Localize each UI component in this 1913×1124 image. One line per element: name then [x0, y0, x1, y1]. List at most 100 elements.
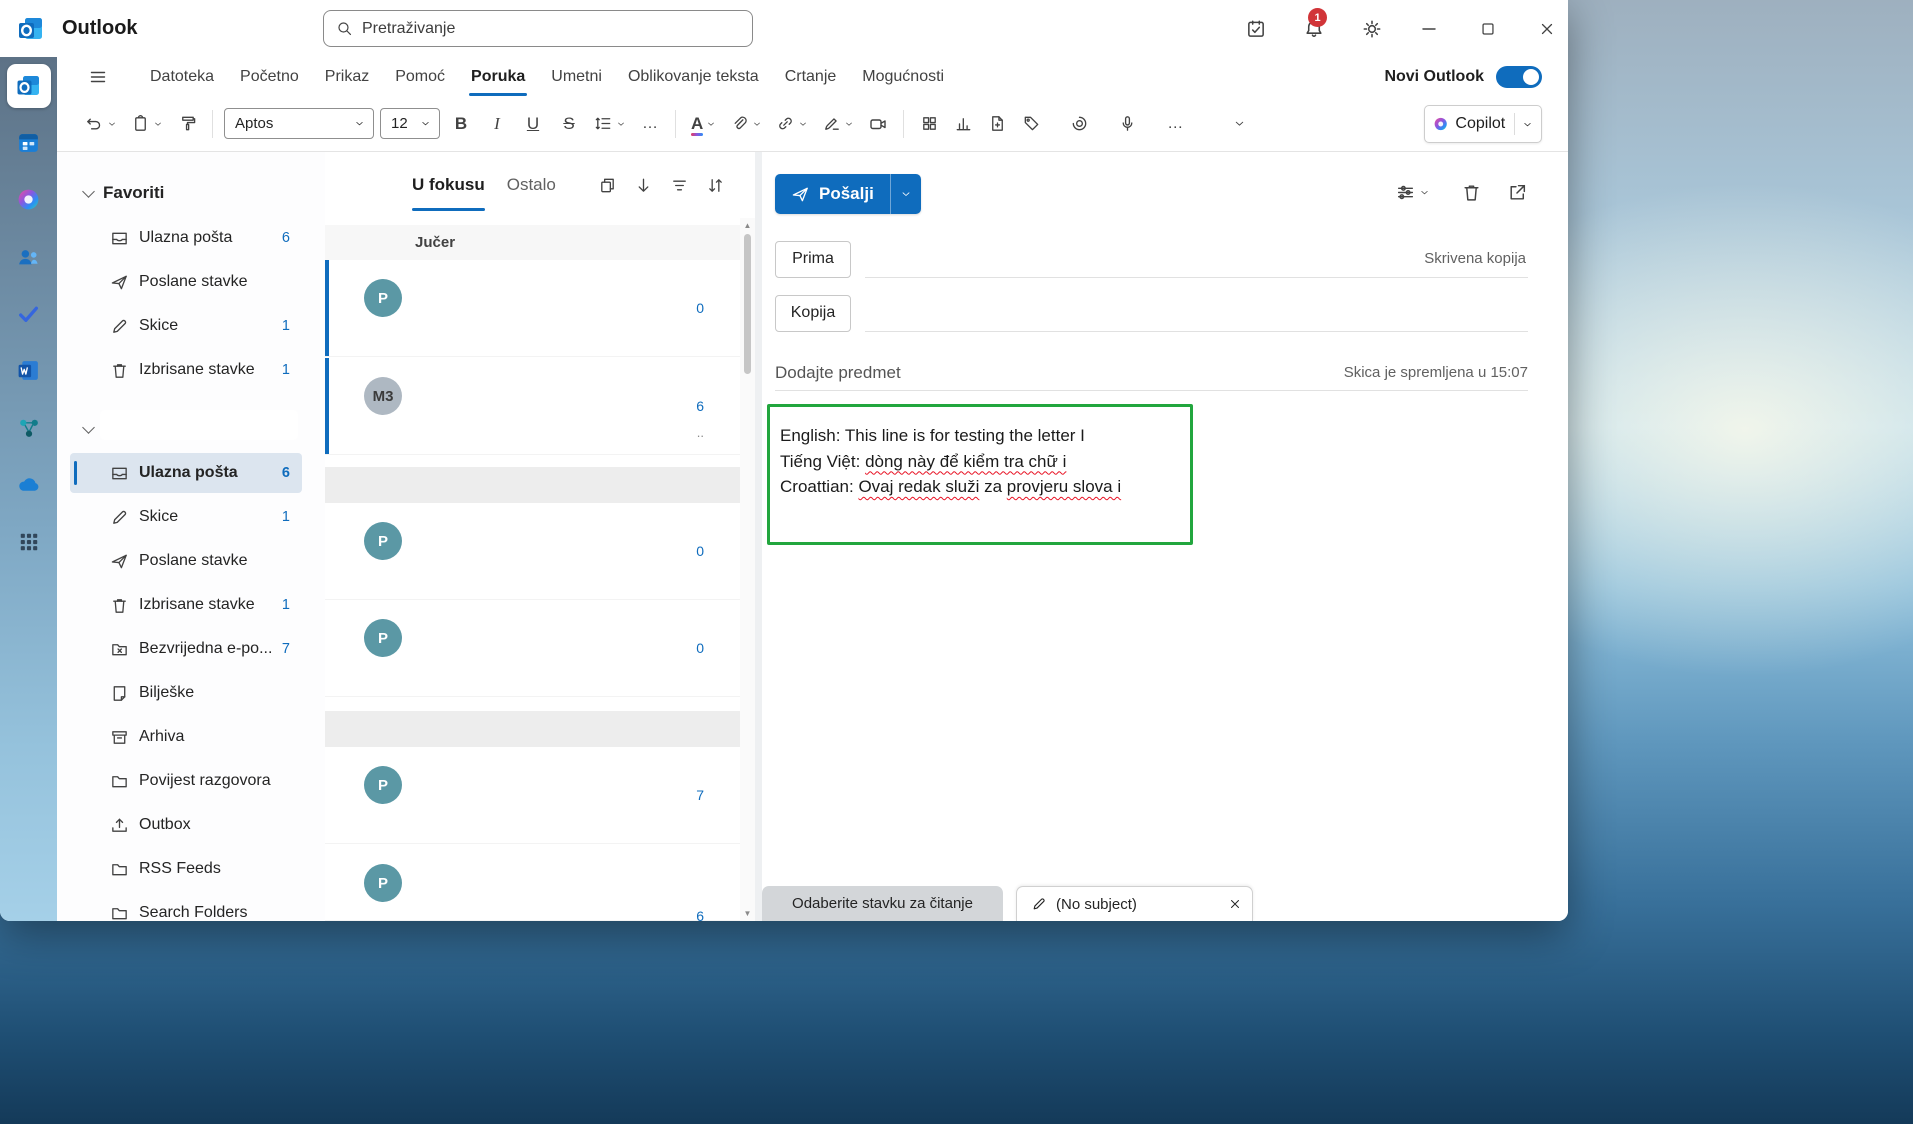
sensitivity-tag-button[interactable] [1017, 107, 1045, 141]
list-group-divider[interactable] [325, 711, 740, 747]
cc-field[interactable] [865, 295, 1528, 332]
select-messages-icon[interactable] [598, 176, 617, 195]
message-row[interactable]: P 7 [325, 747, 740, 844]
tab-poruka[interactable]: Poruka [458, 57, 538, 96]
message-body-annotation-box[interactable]: English: This line is for testing the le… [767, 404, 1193, 545]
insert-apps-button[interactable] [915, 107, 943, 141]
word-app-button[interactable] [0, 342, 57, 399]
message-row[interactable]: P 6 [325, 845, 740, 921]
to-button[interactable]: Prima [775, 240, 851, 278]
open-in-new-window-icon[interactable] [1507, 182, 1528, 203]
paste-button[interactable] [127, 107, 167, 141]
sidebar-item-bezvrijedna-eposta[interactable]: Bezvrijedna e-po... 7 [70, 629, 302, 669]
message-row[interactable]: P 0 [325, 503, 740, 600]
close-button[interactable] [1532, 14, 1562, 44]
mail-app-button[interactable] [0, 57, 57, 114]
favorites-header[interactable]: Favoriti [57, 178, 164, 208]
sidebar-item-povijest-razgovora[interactable]: Povijest razgovora [70, 761, 302, 801]
more-formatting-button[interactable]: … [636, 107, 664, 141]
copilot-app-button[interactable] [0, 171, 57, 228]
settings-gear-icon[interactable] [1357, 14, 1387, 44]
sidebar-item-poslane-stavke-fav[interactable]: Poslane stavke [70, 262, 302, 302]
bcc-toggle[interactable]: Skrivena kopija [1424, 250, 1528, 267]
more-commands-button[interactable]: … [1161, 107, 1189, 141]
send-options-chevron[interactable] [889, 174, 921, 214]
search-input[interactable] [362, 19, 740, 38]
new-outlook-toggle[interactable] [1496, 66, 1542, 88]
message-row[interactable]: P 0 [325, 600, 740, 697]
bold-button[interactable]: B [446, 107, 476, 141]
sidebar-item-poslane-stavke[interactable]: Poslane stavke [70, 541, 302, 581]
strikethrough-button[interactable]: S [554, 107, 584, 141]
move-down-icon[interactable] [634, 176, 653, 195]
sidebar-item-izbrisane-stavke[interactable]: Izbrisane stavke 1 [70, 585, 302, 625]
filter-icon[interactable] [670, 176, 689, 195]
hamburger-menu-icon[interactable] [81, 62, 115, 92]
message-row[interactable]: P 0 [325, 260, 740, 357]
account-section-header[interactable] [57, 410, 298, 444]
font-family-select[interactable]: Aptos [224, 108, 374, 139]
sidebar-item-skice-fav[interactable]: Skice 1 [70, 306, 302, 346]
tab-u-fokusu[interactable]: U fokusu [412, 152, 485, 218]
tab-prikaz[interactable]: Prikaz [312, 57, 382, 96]
discard-draft-icon[interactable] [1461, 182, 1482, 203]
video-meeting-button[interactable] [864, 107, 892, 141]
people-app-button[interactable] [0, 228, 57, 285]
tab-datoteka[interactable]: Datoteka [137, 57, 227, 96]
tab-umetni[interactable]: Umetni [538, 57, 615, 96]
onedrive-app-button[interactable] [0, 456, 57, 513]
message-row[interactable]: M3 6 .. [325, 358, 740, 455]
minimize-button[interactable] [1414, 14, 1444, 44]
italic-button[interactable]: I [482, 107, 512, 141]
dictate-button[interactable] [1113, 107, 1141, 141]
underline-button[interactable]: U [518, 107, 548, 141]
sidebar-item-outbox[interactable]: Outbox [70, 805, 302, 845]
attach-file-button[interactable] [726, 107, 766, 141]
send-split-button[interactable]: Pošalji [775, 174, 921, 214]
calendar-app-button[interactable] [0, 114, 57, 171]
font-size-select[interactable]: 12 [380, 108, 440, 139]
diagram-app-button[interactable] [0, 399, 57, 456]
tab-oblikovanje-teksta[interactable]: Oblikovanje teksta [615, 57, 772, 96]
sort-icon[interactable] [706, 176, 725, 195]
format-painter-button[interactable] [173, 107, 201, 141]
sidebar-item-ulazna-posta-fav[interactable]: Ulazna pošta 6 [70, 218, 302, 258]
line-spacing-button[interactable] [590, 107, 630, 141]
reading-pane-tab[interactable]: Odaberite stavku za čitanje [762, 886, 1003, 921]
sidebar-item-izbrisane-stavke-fav[interactable]: Izbrisane stavke 1 [70, 350, 302, 390]
list-scrollbar[interactable]: ▲ ▼ [740, 218, 755, 921]
text-effects-button[interactable]: A [687, 107, 720, 141]
group-header[interactable]: Jučer [325, 225, 755, 260]
copilot-button[interactable]: Copilot [1424, 105, 1542, 143]
undo-button[interactable] [81, 107, 121, 141]
sidebar-item-biljeske[interactable]: Bilješke [70, 673, 302, 713]
sidebar-item-skice[interactable]: Skice 1 [70, 497, 302, 537]
send-button[interactable]: Pošalji [775, 174, 890, 214]
scrollbar-thumb[interactable] [744, 234, 751, 374]
to-field[interactable]: Skrivena kopija [865, 241, 1528, 278]
sidebar-item-search-folders[interactable]: Search Folders [70, 893, 302, 921]
message-options-icon[interactable] [1395, 182, 1430, 203]
loop-component-button[interactable] [1065, 107, 1093, 141]
tab-pocetno[interactable]: Početno [227, 57, 312, 96]
more-apps-button[interactable] [0, 513, 57, 570]
poll-button[interactable] [949, 107, 977, 141]
sidebar-item-arhiva[interactable]: Arhiva [70, 717, 302, 757]
draft-tab[interactable]: (No subject) [1016, 886, 1253, 921]
search-bar[interactable] [323, 10, 753, 47]
insert-document-button[interactable] [983, 107, 1011, 141]
tab-mogucnosti[interactable]: Mogućnosti [849, 57, 957, 96]
close-tab-icon[interactable] [1228, 897, 1242, 911]
subject-input[interactable] [775, 362, 1344, 383]
scroll-up-icon[interactable]: ▲ [740, 221, 755, 230]
scroll-down-icon[interactable]: ▼ [740, 909, 755, 918]
insert-link-button[interactable] [772, 107, 812, 141]
my-day-icon[interactable] [1241, 14, 1271, 44]
collapse-ribbon-button[interactable] [1225, 107, 1253, 141]
tab-pomoc[interactable]: Pomoć [382, 57, 458, 96]
list-group-divider[interactable] [325, 467, 740, 503]
tab-crtanje[interactable]: Crtanje [772, 57, 850, 96]
sidebar-item-ulazna-posta[interactable]: Ulazna pošta 6 [70, 453, 302, 493]
maximize-button[interactable] [1473, 14, 1503, 44]
cc-button[interactable]: Kopija [775, 294, 851, 332]
